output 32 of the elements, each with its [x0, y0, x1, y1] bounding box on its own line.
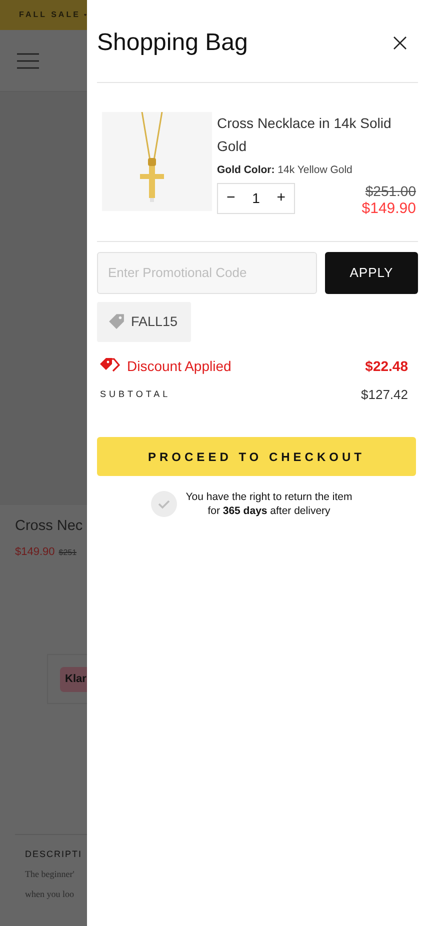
heart-icon [84, 11, 87, 19]
tags-icon [100, 358, 120, 374]
quantity-value: 1 [252, 188, 260, 208]
old-price: $251 [58, 546, 77, 559]
increment-button[interactable]: + [276, 187, 286, 210]
discount-label: Discount Applied [127, 356, 232, 376]
decrement-button[interactable]: − [226, 187, 236, 210]
product-title: Cross Nec [15, 517, 84, 536]
item-old-price: $251.00 [365, 182, 416, 200]
subtotal-label: SUBTOTAL [100, 388, 171, 401]
apply-button[interactable]: APPLY [325, 252, 418, 294]
item-name: Cross Necklace in 14k Solid Gold [217, 114, 392, 156]
subtotal-amount: $127.42 [361, 386, 408, 404]
promo-code-field[interactable]: Enter Promotional Code [97, 252, 317, 294]
menu-icon[interactable] [17, 52, 39, 68]
description-text: The beginner' [25, 868, 76, 881]
tag-icon [108, 313, 125, 330]
item-price: $149.90 [362, 200, 416, 217]
return-policy-text: You have the right to return the item for 365 days after delivery [186, 490, 352, 518]
close-button[interactable] [392, 34, 408, 50]
product-price: $149.90 [15, 544, 55, 560]
discount-amount: $22.48 [365, 356, 408, 376]
code-text: FALL15 [131, 312, 178, 331]
drawer-title: Shopping Bag [97, 28, 248, 58]
description-text: when you loo [25, 888, 75, 901]
item-option: Gold Color: 14k Yellow Gold [217, 163, 416, 179]
banner-text: FALL SALE [19, 9, 80, 21]
checkout-button[interactable]: PROCEED TO CHECKOUT [97, 437, 416, 476]
close-icon [392, 34, 408, 50]
applied-code-chip[interactable]: FALL15 [97, 302, 191, 342]
klarna-badge: Klar [60, 667, 87, 692]
description-heading: DESCRIPTI [25, 848, 84, 862]
